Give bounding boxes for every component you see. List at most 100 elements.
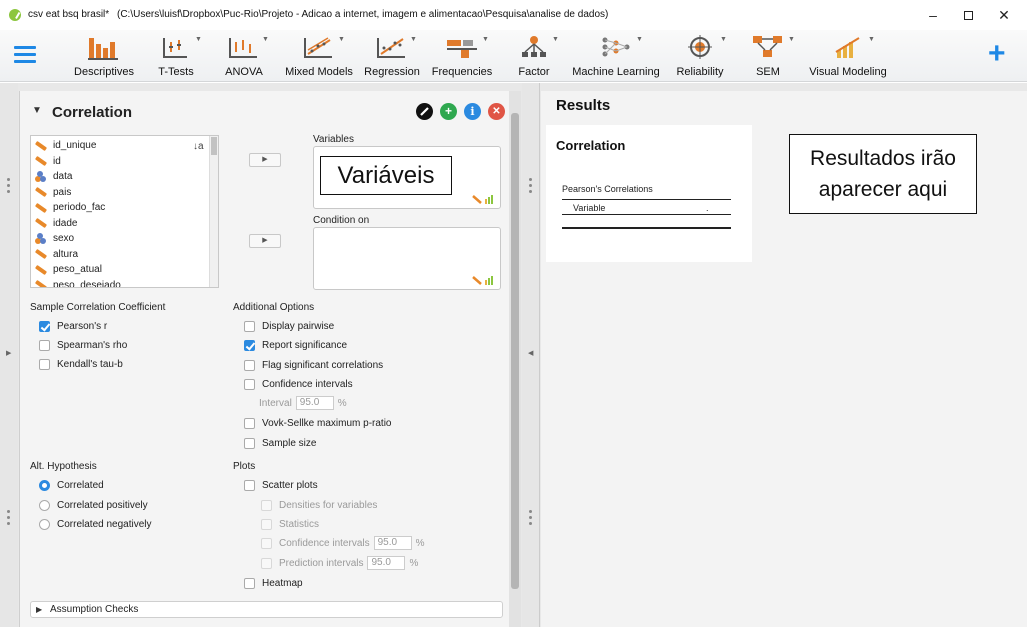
variable-list-scrollbar[interactable]	[209, 136, 218, 287]
spearman-checkbox[interactable]: Spearman's rho	[39, 338, 127, 352]
grip-icon	[529, 510, 533, 528]
options-scrollbar[interactable]	[509, 91, 521, 627]
ribbon-frequencies[interactable]: ▼ Frequencies	[430, 34, 494, 78]
radio-icon	[39, 518, 50, 530]
table-header-dot: .	[706, 203, 709, 213]
list-item[interactable]: id	[34, 154, 61, 169]
correlated-positively-radio[interactable]: Correlated positively	[39, 498, 148, 512]
scale-variable-icon	[34, 140, 48, 151]
list-item[interactable]: peso_atual	[34, 262, 102, 277]
analysis-title: Correlation	[52, 104, 133, 121]
heatmap-checkbox[interactable]: Heatmap	[244, 576, 303, 590]
ribbon-label: Machine Learning	[572, 66, 660, 78]
variable-types-icon	[472, 276, 493, 285]
list-item[interactable]: periodo_fac	[34, 200, 105, 215]
list-item[interactable]: idade	[34, 216, 77, 231]
densities-checkbox[interactable]: Densities for variables	[261, 498, 377, 512]
main-area: ▶ ▼ Correlation + i ✕ ↓a id_unique id da…	[0, 83, 1027, 627]
checkbox-icon	[39, 339, 50, 351]
results-panel: Results Correlation Pearson's Correlatio…	[541, 91, 1027, 627]
scale-variable-icon	[34, 217, 48, 229]
interval-input[interactable]: 95.0	[295, 396, 334, 410]
ribbon-label: ANOVA	[225, 66, 263, 78]
grip-icon	[7, 510, 11, 528]
plot-confidence-intervals-checkbox[interactable]: Confidence intervals 95.0%	[261, 536, 425, 550]
collapse-left-icon[interactable]: ◀	[528, 349, 533, 357]
ribbon-factor[interactable]: ▼ Factor	[514, 34, 559, 78]
ribbon-sem[interactable]: ▼ SEM	[748, 34, 795, 78]
source-variable-list[interactable]: ↓a id_unique id data pais periodo_fac id…	[30, 135, 219, 288]
t-tests-icon	[161, 34, 191, 60]
close-button[interactable]: ✕	[989, 4, 1019, 26]
radio-icon	[39, 499, 50, 511]
list-item[interactable]: id_unique	[34, 138, 96, 153]
nominal-variable-icon	[35, 232, 47, 245]
ribbon-anova[interactable]: ▼ ANOVA	[220, 34, 269, 78]
checkbox-checked-icon	[39, 320, 50, 332]
add-module-button[interactable]: +	[988, 39, 1006, 69]
pearson-checkbox[interactable]: Pearson's r	[39, 319, 107, 333]
expand-icon: ▶	[36, 605, 43, 614]
display-pairwise-checkbox[interactable]: Display pairwise	[244, 319, 334, 333]
ribbon-label: Reliability	[676, 66, 724, 78]
analysis-header: ▼ Correlation + i ✕	[30, 101, 506, 123]
results-panel-handle[interactable]: ◀	[522, 83, 540, 627]
grip-icon	[529, 178, 533, 196]
additional-options-title: Additional Options	[233, 302, 315, 313]
scatter-plots-checkbox[interactable]: Scatter plots	[244, 478, 318, 492]
kendall-checkbox[interactable]: Kendall's tau-b	[39, 357, 123, 371]
edit-title-button[interactable]	[416, 103, 433, 120]
results-card[interactable]: Correlation Pearson's Correlations Varia…	[546, 125, 752, 262]
ribbon-t-tests[interactable]: ▼ T-Tests	[150, 34, 202, 78]
list-item[interactable]: peso_desejado	[34, 278, 121, 287]
checkbox-icon	[39, 358, 50, 370]
collapse-icon[interactable]: ▼	[32, 105, 42, 116]
move-to-variables-button[interactable]: ▶	[249, 153, 281, 167]
ribbon-label: T-Tests	[158, 66, 194, 78]
data-panel-handle[interactable]: ▶	[0, 83, 18, 627]
list-item[interactable]: data	[35, 169, 72, 184]
ribbon-reliability[interactable]: ▼ Reliability	[674, 34, 727, 78]
scale-variable-icon	[34, 202, 48, 213]
menu-icon[interactable]	[14, 46, 36, 64]
ribbon-regression[interactable]: ▼ Regression	[362, 34, 422, 78]
scrollbar-thumb[interactable]	[511, 113, 519, 589]
confidence-interval-input[interactable]: 95.0	[373, 536, 412, 550]
ribbon-mixed-models[interactable]: ▼ Mixed Models	[282, 34, 356, 78]
duplicate-analysis-button[interactable]: +	[440, 103, 457, 120]
ribbon-label: SEM	[756, 66, 780, 78]
ribbon-machine-learning[interactable]: ▼ Machine Learning	[570, 34, 662, 78]
move-to-condition-button[interactable]: ▶	[249, 234, 281, 248]
ribbon-visual-modeling[interactable]: ▼ Visual Modeling	[808, 34, 888, 78]
table-top-rule	[562, 199, 731, 200]
confidence-intervals-checkbox[interactable]: Confidence intervals	[244, 377, 353, 391]
window-file-path: (C:\Users\luisf\Dropbox\Puc-Rio\Projeto …	[117, 9, 609, 20]
statistics-checkbox[interactable]: Statistics	[261, 517, 319, 531]
ribbon-label: Regression	[364, 66, 420, 78]
sort-icon[interactable]: ↓a	[193, 141, 204, 152]
grip-icon	[7, 178, 11, 196]
analysis-options-panel: ▼ Correlation + i ✕ ↓a id_unique id data…	[19, 91, 509, 627]
report-significance-checkbox[interactable]: Report significance	[244, 338, 347, 352]
correlated-negatively-radio[interactable]: Correlated negatively	[39, 517, 152, 531]
correlated-radio[interactable]: Correlated	[39, 478, 104, 492]
prediction-intervals-checkbox[interactable]: Prediction intervals 95.0%	[261, 556, 418, 570]
list-item[interactable]: pais	[34, 185, 71, 200]
info-button[interactable]: i	[464, 103, 481, 120]
expand-right-icon[interactable]: ▶	[6, 349, 11, 357]
prediction-interval-input[interactable]: 95.0	[367, 556, 406, 570]
condition-drop-box[interactable]	[313, 227, 501, 290]
vovk-sellke-checkbox[interactable]: Vovk-Sellke maximum p-ratio	[244, 416, 391, 430]
sample-size-checkbox[interactable]: Sample size	[244, 436, 316, 450]
assumption-checks-section[interactable]: ▶ Assumption Checks	[30, 601, 503, 618]
maximize-button[interactable]	[953, 4, 983, 26]
flag-significant-checkbox[interactable]: Flag significant correlations	[244, 358, 383, 372]
title-bar: csv eat bsq brasil* (C:\Users\luisf\Drop…	[0, 0, 1027, 30]
anova-icon	[227, 34, 261, 60]
ribbon-descriptives[interactable]: Descriptives	[72, 34, 136, 78]
minimize-button[interactable]: –	[918, 4, 948, 26]
scale-variable-icon	[34, 248, 48, 260]
list-item[interactable]: altura	[34, 247, 78, 262]
list-item[interactable]: sexo	[35, 231, 74, 246]
remove-analysis-button[interactable]: ✕	[488, 103, 505, 120]
